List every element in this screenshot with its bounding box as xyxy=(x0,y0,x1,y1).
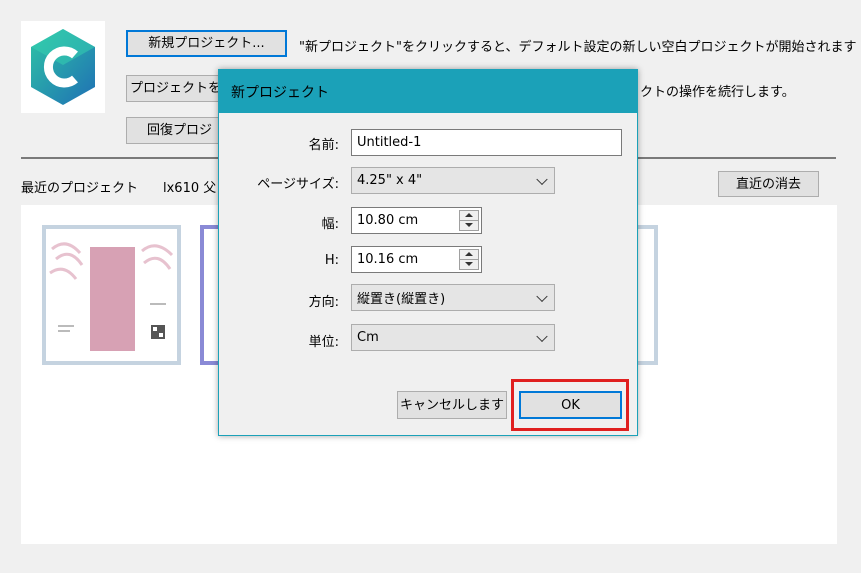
chevron-down-icon xyxy=(536,290,548,302)
clear-recent-button[interactable]: 直近の消去 xyxy=(718,171,819,197)
width-spinner[interactable] xyxy=(459,210,479,231)
app-logo xyxy=(21,21,105,113)
recent-projects-label: 最近のプロジェクト xyxy=(21,181,139,196)
dialog-title-bar[interactable]: 新プロジェクト xyxy=(219,70,637,113)
unit-value: Cm xyxy=(357,330,379,345)
width-label: 幅: xyxy=(321,217,339,232)
new-project-button[interactable]: 新規プロジェクト... xyxy=(126,30,287,57)
new-project-description: "新プロジェクト"をクリックすると、デフォルト設定の新しい空白プロジェクトが開始… xyxy=(299,40,857,55)
unit-select[interactable]: Cm xyxy=(351,324,555,351)
spin-up-icon[interactable] xyxy=(460,211,478,221)
height-spinner[interactable] xyxy=(459,249,479,270)
recent-project-thumbnail[interactable] xyxy=(42,225,181,365)
orientation-label: 方向: xyxy=(308,295,339,310)
ok-highlight-box xyxy=(511,379,629,431)
open-project-description: クトの操作を続行します。 xyxy=(640,85,795,100)
name-input[interactable]: Untitled-1 xyxy=(351,129,622,156)
orientation-value: 縦置き(縦置き) xyxy=(357,292,446,307)
project-preview-image xyxy=(46,229,177,361)
spin-down-icon[interactable] xyxy=(460,221,478,231)
page-size-select[interactable]: 4.25" x 4" xyxy=(351,167,555,194)
unit-label: 単位: xyxy=(308,335,339,350)
spin-down-icon[interactable] xyxy=(460,260,478,270)
dialog-title: 新プロジェクト xyxy=(231,84,329,101)
width-input-value: 10.80 cm xyxy=(357,213,419,228)
height-input-value: 10.16 cm xyxy=(357,252,419,267)
page-size-label: ページサイズ: xyxy=(257,177,339,192)
cancel-button[interactable]: キャンセルします xyxy=(397,391,507,419)
name-input-value: Untitled-1 xyxy=(357,135,422,150)
chevron-down-icon xyxy=(536,173,548,185)
height-input[interactable]: 10.16 cm xyxy=(351,246,482,273)
orientation-select[interactable]: 縦置き(縦置き) xyxy=(351,284,555,311)
recent-projects-sub-label: lx610 父 xyxy=(163,181,217,196)
app-logo-icon xyxy=(31,29,95,105)
name-label: 名前: xyxy=(308,138,339,153)
width-input[interactable]: 10.80 cm xyxy=(351,207,482,234)
spin-up-icon[interactable] xyxy=(460,250,478,260)
chevron-down-icon xyxy=(536,330,548,342)
page-size-value: 4.25" x 4" xyxy=(357,173,423,188)
height-label: H: xyxy=(324,253,339,268)
